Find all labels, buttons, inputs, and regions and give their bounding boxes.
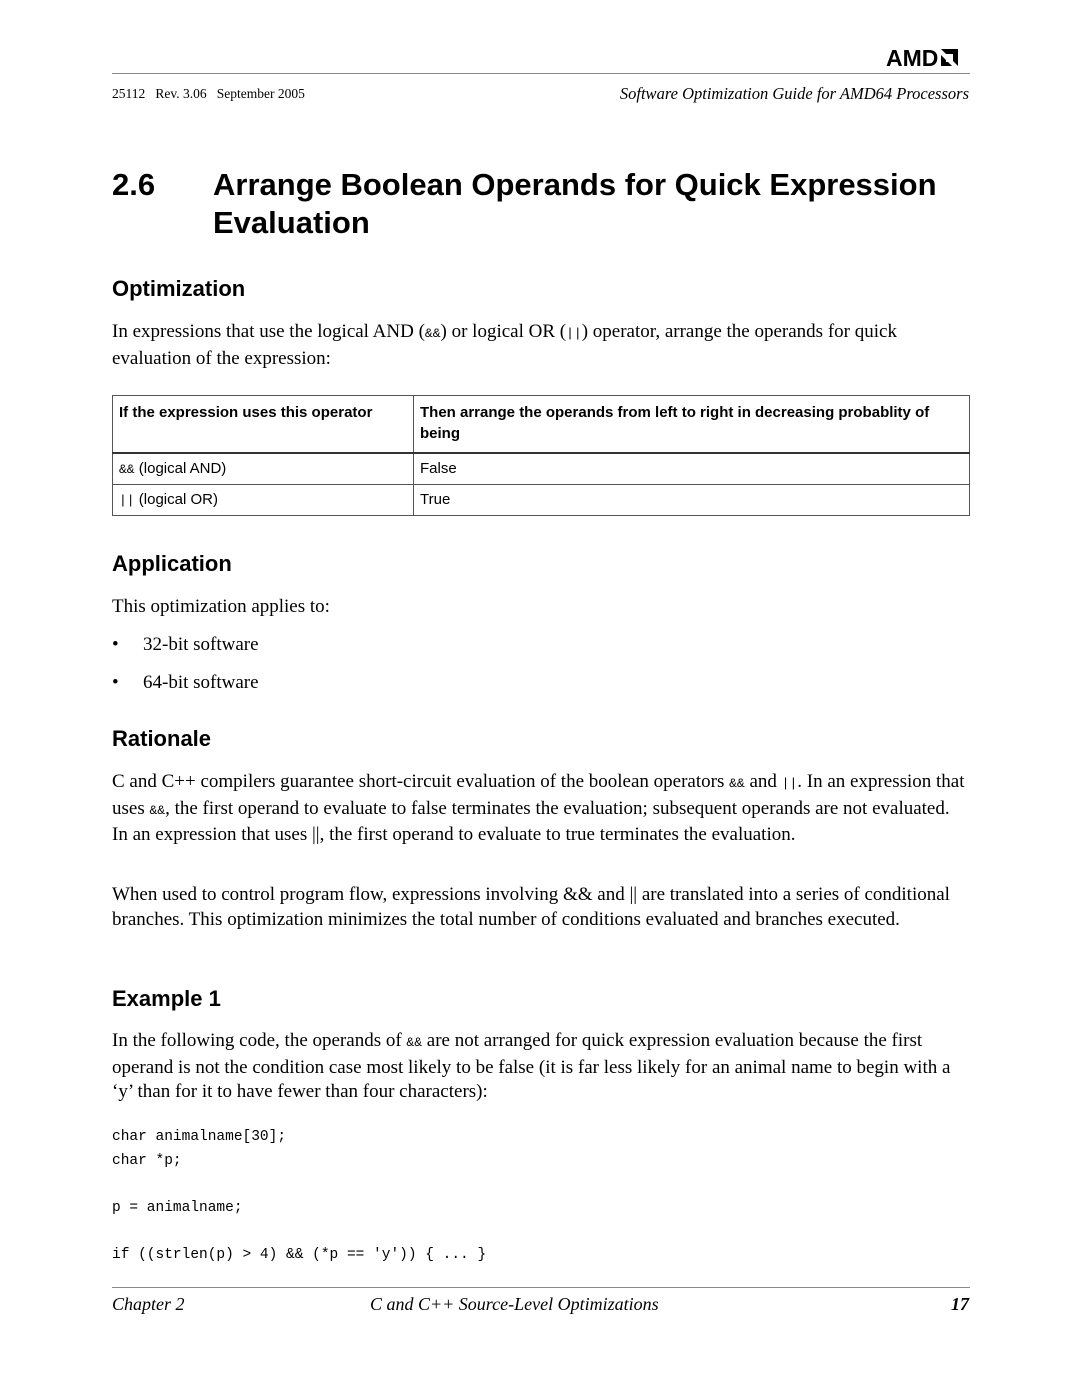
- table-cell-value: True: [413, 484, 970, 516]
- footer-chapter: Chapter 2: [112, 1294, 185, 1314]
- section-number: 2.6: [112, 167, 156, 202]
- example-heading: Example 1: [112, 986, 221, 1011]
- rationale-paragraph-2: When used to control program flow, expre…: [112, 884, 950, 930]
- table-header-arrangement: Then arrange the operands from left to r…: [413, 395, 970, 454]
- list-item-text: 32-bit software: [143, 634, 259, 655]
- page-number: 17: [951, 1294, 969, 1314]
- amd-logo: AMD: [886, 46, 970, 70]
- table-row: || (logical OR) True: [112, 484, 970, 516]
- operator-label: (logical OR): [134, 491, 218, 508]
- doc-info: 25112 Rev. 3.06 September 2005: [112, 86, 305, 101]
- footer-chapter-title: C and C++ Source-Level Optimizations: [370, 1294, 659, 1314]
- text-run: , the first operand to evaluate to false…: [112, 797, 950, 846]
- amd-arrow-icon: [941, 49, 959, 66]
- footer-rule: [112, 1287, 970, 1288]
- list-item-text: 64-bit software: [143, 672, 259, 693]
- operator-symbol: ||: [119, 493, 135, 508]
- bullet-icon: •: [112, 672, 119, 693]
- header-rule: [112, 73, 970, 74]
- section-title: Arrange Boolean Operands for Quick Expre…: [213, 167, 937, 240]
- optimization-intro: In expressions that use the logical AND …: [112, 320, 970, 371]
- operator-label: (logical AND): [134, 460, 227, 477]
- table-cell-operator: || (logical OR): [112, 484, 414, 516]
- text-run: C and C++ compilers guarantee short-circ…: [112, 771, 730, 792]
- text-run: and: [744, 771, 782, 792]
- and-operator: &&: [729, 776, 745, 791]
- rationale-paragraph-1: C and C++ compilers guarantee short-circ…: [112, 770, 970, 848]
- table-cell-operator: && (logical AND): [112, 452, 414, 485]
- text-run: In the following code, the operands of: [112, 1030, 407, 1051]
- bullet-icon: •: [112, 634, 119, 655]
- application-intro: This optimization applies to:: [112, 596, 330, 617]
- rationale-heading: Rationale: [112, 726, 212, 751]
- and-operator: &&: [149, 802, 166, 818]
- and-operator: &&: [424, 326, 441, 341]
- table-cell-value: False: [413, 452, 970, 485]
- code-block: char animalname[30]; char *p; p = animal…: [112, 1129, 487, 1263]
- example-paragraph: In the following code, the operands of &…: [112, 1029, 970, 1105]
- and-operator: &&: [406, 1035, 423, 1050]
- operator-table: If the expression uses this operator The…: [112, 395, 970, 516]
- table-row: && (logical AND) False: [112, 452, 970, 485]
- amd-logo-text: AMD: [886, 45, 939, 71]
- text-run: In expressions that use the logical AND …: [112, 321, 425, 342]
- application-heading: Application: [112, 551, 232, 576]
- table-header-row: If the expression uses this operator The…: [112, 395, 970, 454]
- doc-title: Software Optimization Guide for AMD64 Pr…: [619, 84, 969, 103]
- operator-symbol: &&: [119, 462, 135, 477]
- or-operator: ||: [566, 326, 582, 341]
- text-run: ) or logical OR (: [440, 321, 567, 342]
- table-header-operator: If the expression uses this operator: [112, 395, 414, 454]
- or-operator: ||: [781, 776, 798, 791]
- optimization-heading: Optimization: [112, 276, 246, 301]
